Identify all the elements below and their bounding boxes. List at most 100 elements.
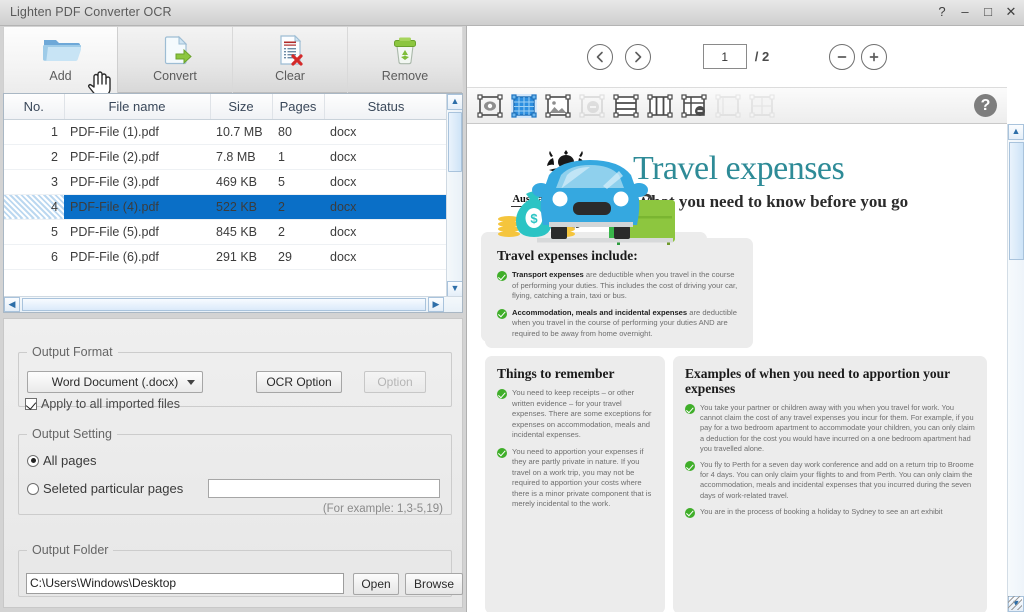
close-button[interactable]: ✕ xyxy=(1004,4,1018,19)
table-row[interactable]: 1 PDF-File (1).pdf 10.7 MB 80 docx xyxy=(4,119,448,145)
output-format-title: Output Format xyxy=(32,345,113,359)
table-row-selected[interactable]: 4 PDF-File (4).pdf 522 KB 2 docx xyxy=(4,194,448,220)
column-header-size[interactable]: Size xyxy=(210,94,273,120)
grid-region-icon[interactable] xyxy=(511,93,537,118)
particular-pages-radio[interactable] xyxy=(27,482,39,495)
cell-no: 5 xyxy=(4,219,64,245)
clear-button-label: Clear xyxy=(275,69,305,83)
maximize-button[interactable]: □ xyxy=(981,4,995,19)
column-header-pages[interactable]: Pages xyxy=(272,94,325,120)
application-window: Lighten PDF Converter OCR ? – □ ✕ Add Co… xyxy=(0,0,1024,612)
cell-no: 6 xyxy=(4,244,64,270)
resize-grip[interactable] xyxy=(1008,596,1022,610)
bullet-text: You fly to Perth for a seven day work co… xyxy=(700,460,974,500)
column-header-no[interactable]: No. xyxy=(4,94,65,120)
check-circle-icon xyxy=(497,389,507,399)
list-item: You take your partner or children away w… xyxy=(685,403,975,454)
cell-name: PDF-File (6).pdf xyxy=(64,244,210,270)
convert-button[interactable]: Convert xyxy=(118,27,233,93)
output-format-select[interactable]: Word Document (.docx) xyxy=(27,371,203,393)
table-row[interactable]: 5 PDF-File (5).pdf 845 KB 2 docx xyxy=(4,219,448,245)
clear-button[interactable]: Clear xyxy=(233,27,348,93)
remove-button-label: Remove xyxy=(381,69,429,83)
preview-vertical-scrollbar[interactable]: ▲ ▼ xyxy=(1007,124,1024,612)
bullet-lead: Transport expenses xyxy=(512,270,584,279)
file-list-vertical-scrollbar[interactable]: ▲ ▼ xyxy=(446,94,462,297)
pages-example-hint: (For example: 1,3-5,19) xyxy=(322,503,443,515)
vertical-split-icon[interactable] xyxy=(647,93,673,118)
image-region-icon[interactable] xyxy=(545,93,571,118)
question-mark-icon[interactable]: ? xyxy=(974,94,997,117)
cell-name: PDF-File (3).pdf xyxy=(64,169,210,195)
preview-scroll-thumb[interactable] xyxy=(1009,142,1024,260)
table-region-icon xyxy=(715,93,741,118)
chevron-right-icon xyxy=(634,51,642,62)
list-item: You are in the process of booking a holi… xyxy=(685,507,975,518)
particular-pages-input[interactable] xyxy=(208,479,440,498)
scroll-left-icon[interactable]: ◀ xyxy=(4,297,20,312)
remove-button[interactable]: Remove xyxy=(348,27,463,93)
output-folder-input[interactable]: C:\Users\Windows\Desktop xyxy=(26,573,344,594)
zoom-out-button[interactable] xyxy=(829,43,856,70)
file-list[interactable]: No. File name Size Pages Status 1 PDF-Fi… xyxy=(3,93,463,313)
cell-status: docx xyxy=(324,219,448,245)
particular-pages-radio-row[interactable]: Seleted particular pages xyxy=(27,481,183,496)
scroll-up-icon[interactable]: ▲ xyxy=(447,94,462,110)
output-folder-group: Output Folder C:\Users\Windows\Desktop O… xyxy=(18,543,463,597)
apply-all-row[interactable]: Apply to all imported files xyxy=(25,397,180,411)
window-controls: ? – □ ✕ xyxy=(935,4,1018,19)
scroll-right-icon[interactable]: ▶ xyxy=(428,297,444,312)
all-pages-radio[interactable] xyxy=(27,454,39,467)
document-delete-icon xyxy=(270,32,310,68)
travel-expenses-include-panel: Travel expenses include: Transport expen… xyxy=(485,238,753,348)
cell-size: 845 KB xyxy=(210,219,272,245)
horizontal-split-icon[interactable] xyxy=(613,93,639,118)
help-window-button[interactable]: ? xyxy=(935,4,949,19)
table-row[interactable]: 2 PDF-File (2).pdf 7.8 MB 1 docx xyxy=(4,144,448,170)
recycle-bin-icon xyxy=(385,32,425,68)
preview-region-icon[interactable] xyxy=(477,93,503,118)
table-row[interactable]: 6 PDF-File (6).pdf 291 KB 29 docx xyxy=(4,244,448,270)
apply-all-checkbox[interactable] xyxy=(25,398,37,410)
cell-status: docx xyxy=(324,144,448,170)
page-nav-group xyxy=(586,43,651,70)
previous-page-button[interactable] xyxy=(586,43,613,70)
title-bar: Lighten PDF Converter OCR ? – □ ✕ xyxy=(0,0,1024,26)
ribbon-toolbar: Add Convert Clear Remove xyxy=(3,27,463,97)
cell-size: 10.7 MB xyxy=(210,119,272,145)
file-table: No. File name Size Pages Status 1 PDF-Fi… xyxy=(4,94,449,270)
column-header-name[interactable]: File name xyxy=(64,94,211,120)
preview-scroll-area[interactable]: Australian Government Australian Taxatio… xyxy=(467,124,1007,612)
column-header-status[interactable]: Status xyxy=(324,94,449,120)
table-grid-icon xyxy=(749,93,775,118)
cell-no: 3 xyxy=(4,169,64,195)
table-remove-icon[interactable] xyxy=(681,93,707,118)
output-setting-title: Output Setting xyxy=(32,427,112,441)
output-format-group: Output Format Word Document (.docx) OCR … xyxy=(18,345,452,411)
preview-panel: 1 / 2 ? Travel expenses What you need to… xyxy=(466,26,1024,612)
cell-status: docx xyxy=(324,169,448,195)
horizontal-scroll-thumb[interactable] xyxy=(22,298,426,311)
cell-no: 4 xyxy=(4,194,64,220)
check-circle-icon xyxy=(497,271,507,281)
svg-text:$: $ xyxy=(530,211,538,226)
browse-folder-button[interactable]: Browse xyxy=(405,573,463,595)
vertical-scroll-thumb[interactable] xyxy=(448,112,462,172)
file-list-horizontal-scrollbar[interactable]: ◀ ▶ xyxy=(4,296,462,312)
pdf-page: Australian Government Australian Taxatio… xyxy=(481,142,991,612)
minimize-button[interactable]: – xyxy=(958,4,972,19)
examples-panel: Examples of when you need to apportion y… xyxy=(673,356,987,612)
preview-scroll-up-icon[interactable]: ▲ xyxy=(1008,124,1024,140)
all-pages-radio-row[interactable]: All pages xyxy=(27,453,96,468)
open-folder-button[interactable]: Open xyxy=(353,573,399,595)
add-button[interactable]: Add xyxy=(3,27,118,97)
next-page-button[interactable] xyxy=(624,43,651,70)
ocr-option-button[interactable]: OCR Option xyxy=(256,371,342,393)
output-folder-title: Output Folder xyxy=(32,543,109,557)
table-row[interactable]: 3 PDF-File (3).pdf 469 KB 5 docx xyxy=(4,169,448,195)
page-number-input[interactable]: 1 xyxy=(702,44,747,69)
region-tool-bar: ? xyxy=(467,88,1007,124)
cell-name: PDF-File (2).pdf xyxy=(64,144,210,170)
scroll-down-icon[interactable]: ▼ xyxy=(447,281,462,297)
zoom-in-button[interactable] xyxy=(861,43,888,70)
